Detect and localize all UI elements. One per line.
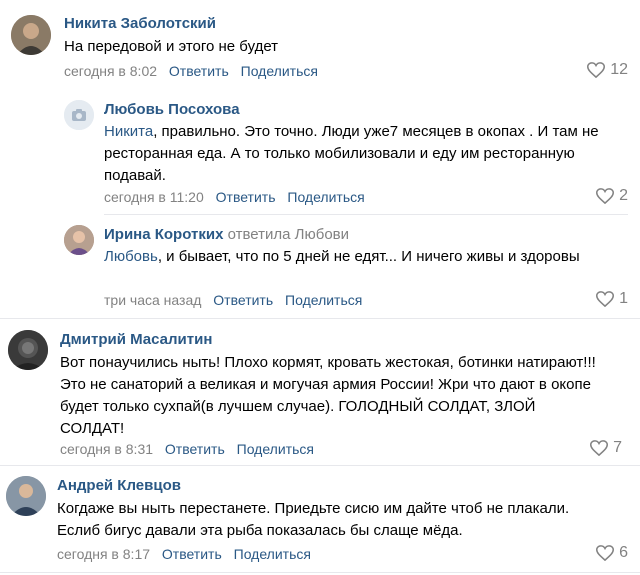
avatar[interactable] <box>64 100 94 130</box>
comment-meta: сегодня в 11:20 Ответить Поделиться <box>104 189 365 205</box>
mention-link[interactable]: Никита <box>104 123 153 140</box>
avatar[interactable] <box>64 225 94 255</box>
reply-button[interactable]: Ответить <box>169 63 229 79</box>
avatar[interactable] <box>8 330 48 370</box>
like-count: 2 <box>619 187 628 204</box>
heart-icon <box>596 188 615 204</box>
comment-meta: сегодня в 8:31 Ответить Поделиться <box>60 441 314 457</box>
user-photo <box>8 330 48 370</box>
comment-author[interactable]: Никита Заболотский <box>64 15 216 32</box>
like-button[interactable]: 12 <box>587 61 628 79</box>
avatar[interactable] <box>6 476 46 516</box>
like-button[interactable]: 7 <box>590 439 622 457</box>
user-photo <box>11 15 51 55</box>
user-photo <box>64 225 94 255</box>
mention-link[interactable]: Любовь <box>104 248 158 265</box>
share-button[interactable]: Поделиться <box>234 546 311 562</box>
share-button[interactable]: Поделиться <box>287 189 364 205</box>
like-button[interactable]: 2 <box>596 187 628 205</box>
heart-icon <box>596 545 615 561</box>
reply-button[interactable]: Ответить <box>165 441 225 457</box>
camera-icon <box>64 100 94 130</box>
like-count: 7 <box>613 439 622 456</box>
comment-author[interactable]: Дмитрий Масалитин <box>60 331 212 348</box>
comment-text: На передовой и этого не будет <box>64 38 279 55</box>
comment-time[interactable]: сегодня в 8:31 <box>60 441 153 457</box>
reply-button[interactable]: Ответить <box>213 292 273 308</box>
comment-text: Никита, правильно. Это точно. Люди уже7 … <box>104 121 624 187</box>
user-photo <box>6 476 46 516</box>
comment-time[interactable]: три часа назад <box>104 292 201 308</box>
comment-meta: сегодня в 8:17 Ответить Поделиться <box>57 546 311 562</box>
divider <box>0 465 640 466</box>
heart-icon <box>596 291 615 307</box>
comment-meta: сегодня в 8:02 Ответить Поделиться <box>64 63 318 79</box>
divider <box>0 318 640 319</box>
comment-time[interactable]: сегодня в 8:17 <box>57 546 150 562</box>
share-button[interactable]: Поделиться <box>285 292 362 308</box>
comment-body: , правильно. Это точно. Люди уже7 месяце… <box>104 123 599 184</box>
comment-time[interactable]: сегодня в 11:20 <box>104 189 204 205</box>
comment-author[interactable]: Любовь Посохова <box>104 101 240 118</box>
share-button[interactable]: Поделиться <box>241 63 318 79</box>
like-count: 6 <box>619 544 628 561</box>
like-count: 12 <box>610 61 628 78</box>
replied-to[interactable]: ответила Любови <box>228 226 349 243</box>
comment-author[interactable]: Ирина Коротких ответила Любови <box>104 226 349 243</box>
avatar[interactable] <box>11 15 51 55</box>
author-name[interactable]: Ирина Коротких <box>104 226 223 243</box>
heart-icon <box>590 440 609 456</box>
reply-button[interactable]: Ответить <box>216 189 276 205</box>
divider <box>104 214 628 215</box>
comment-text: Вот понаучились ныть! Плохо кормят, кров… <box>60 354 596 437</box>
comment-body: , и бывает, что по 5 дней не едят... И н… <box>157 248 580 265</box>
like-count: 1 <box>619 290 628 307</box>
reply-button[interactable]: Ответить <box>162 546 222 562</box>
comment-text: Когдаже вы ныть перестанете. Приедьте си… <box>57 500 570 539</box>
comment-text: Любовь, и бывает, что по 5 дней не едят.… <box>104 246 604 268</box>
heart-icon <box>587 62 606 78</box>
like-button[interactable]: 1 <box>596 290 628 308</box>
comment-author[interactable]: Андрей Клевцов <box>57 477 181 494</box>
share-button[interactable]: Поделиться <box>237 441 314 457</box>
comment-time[interactable]: сегодня в 8:02 <box>64 63 157 79</box>
divider <box>0 572 640 573</box>
comment-meta: три часа назад Ответить Поделиться <box>104 292 362 308</box>
like-button[interactable]: 6 <box>596 544 628 562</box>
